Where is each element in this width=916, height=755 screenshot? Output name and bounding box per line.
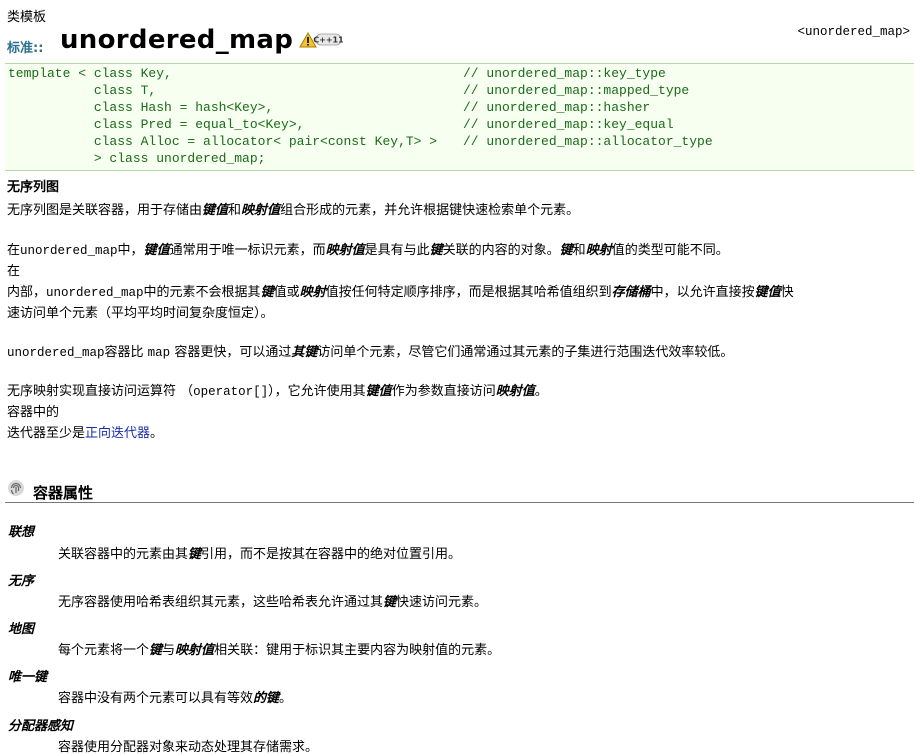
- code-decl-line: class Pred = equal_to<Key>,: [8, 117, 305, 132]
- header-file-tag: <unordered_map>: [797, 25, 910, 39]
- properties-section-title: 容器属性: [33, 484, 94, 502]
- code-decl-line: class T,: [8, 83, 157, 98]
- code-decl-line: class Alloc = allocator< pair<const Key,…: [8, 134, 438, 149]
- code-decl-line: class Hash = hash<Key>,: [8, 100, 274, 115]
- iterator-paragraph: 迭代器至少是正向迭代器。: [7, 426, 164, 441]
- operator-paragraph: 无序映射实现直接访问运算符 （operator[]），它允许使用其键值作为参数直…: [7, 384, 548, 399]
- property-description: 无序容器使用哈希表组织其元素，这些哈希表允许通过其键快速访问元素。: [58, 595, 488, 610]
- code-decl-line: template < class Key,: [8, 66, 172, 81]
- property-term: 唯一键: [8, 670, 48, 685]
- property-description: 关联容器中的元素由其键引用，而不是按其在容器中的绝对位置引用。: [58, 547, 462, 562]
- intro-paragraph: 无序列图是关联容器，用于存储由键值和映射值组合形成的元素，并允许根据键快速检索单…: [7, 203, 580, 218]
- code-decl-line: > class unordered_map;: [8, 151, 266, 166]
- property-description: 每个元素将一个键与映射值相关联：键用于标识其主要内容为映射值的元素。: [58, 643, 501, 658]
- forward-iterator-link[interactable]: 正向迭代器: [85, 426, 150, 441]
- fingerprint-icon: [8, 480, 24, 496]
- namespace-label: 标准::: [7, 41, 44, 56]
- page-title: unordered_map: [60, 25, 294, 55]
- property-term: 分配器感知: [8, 719, 74, 734]
- code-comment: // unordered_map::key_type: [463, 66, 666, 81]
- performance-paragraph: unordered_map容器比 map 容器更快，可以通过其键访问单个元素，尽…: [7, 345, 734, 360]
- code-comment: // unordered_map::mapped_type: [463, 83, 690, 98]
- property-description: 容器使用分配器对象来动态处理其存储需求。: [58, 740, 319, 755]
- svg-text:C++11: C++11: [313, 36, 343, 45]
- buckets-paragraph: 内部，unordered_map中的元素不会根据其键值或映射值按任何特定顺序排序…: [7, 285, 794, 300]
- section-divider: [5, 502, 914, 503]
- paragraph-fragment: 速访问单个元素（平均平均时间复杂度恒定）。: [7, 306, 274, 321]
- template-declaration: template < class Key, // unordered_map::…: [5, 63, 914, 171]
- paragraph-fragment: 在: [7, 264, 21, 279]
- property-term: 无序: [8, 574, 35, 589]
- page-category: 类模板: [7, 10, 47, 25]
- code-comment: // unordered_map::key_equal: [463, 117, 674, 132]
- code-comment: // unordered_map::allocator_type: [463, 134, 713, 149]
- cpp11-warning-icon[interactable]: C++11: [299, 31, 343, 49]
- section-heading: 无序列图: [7, 180, 60, 195]
- property-term: 联想: [8, 525, 35, 540]
- property-term: 地图: [8, 622, 35, 637]
- key-paragraph: 在unordered_map中，键值通常用于唯一标识元素，而映射值是具有与此键关…: [7, 243, 729, 258]
- paragraph-fragment: 容器中的: [7, 405, 60, 420]
- code-comment: // unordered_map::hasher: [463, 100, 651, 115]
- property-description: 容器中没有两个元素可以具有等效的键。: [58, 691, 293, 706]
